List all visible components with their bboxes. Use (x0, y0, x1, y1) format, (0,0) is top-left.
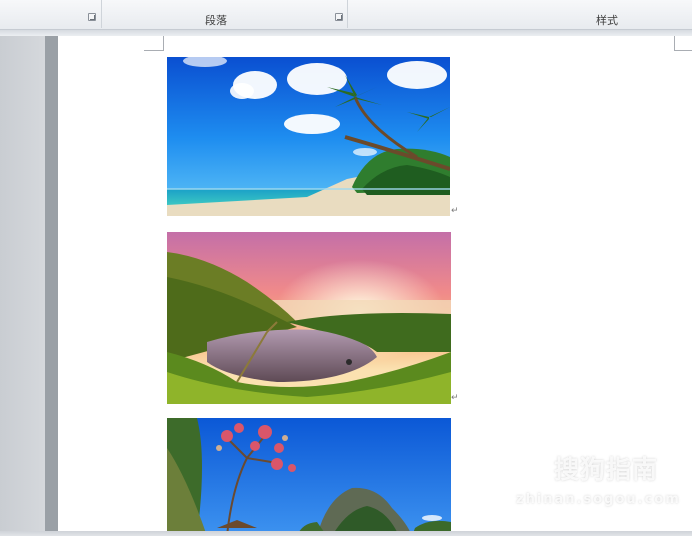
ribbon-group-separator (347, 0, 348, 28)
ribbon-group-separator (101, 0, 102, 28)
page-margin-corner-top-right (674, 36, 692, 51)
ribbon-bottom-strip: 段落 样式 (0, 0, 692, 30)
watermark-url: zhinan.sogou.com (516, 492, 681, 507)
paragraph-mark: ↵ (451, 206, 459, 216)
flowering-tree-cliff-image[interactable] (167, 418, 451, 536)
document-bottom-edge (0, 531, 692, 536)
paragraph-group-label: 段落 (205, 14, 227, 27)
paragraph-dialog-launcher-icon[interactable] (335, 13, 343, 21)
paragraph-mark: ↵ (451, 393, 459, 403)
page-margin-corner-top-left (144, 36, 164, 51)
tropical-beach-image[interactable] (167, 57, 450, 216)
sogou-logo-icon: S (512, 448, 548, 484)
watermark-text: 搜狗指南 (554, 455, 659, 484)
document-canvas-margin (0, 36, 45, 536)
sogou-watermark: S 搜狗指南 zhinan.sogou.com (512, 446, 682, 516)
font-dialog-launcher-icon[interactable] (88, 13, 96, 21)
styles-group-label: 样式 (596, 14, 618, 27)
sunset-lagoon-image[interactable] (167, 232, 451, 404)
page-edge-shadow (45, 36, 58, 536)
